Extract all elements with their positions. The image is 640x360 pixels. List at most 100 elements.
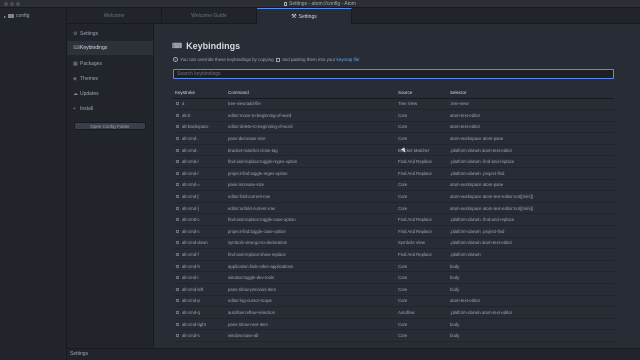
nav-item-updates[interactable]: ☁ Updates [67, 87, 153, 101]
selector-cell: atom-workspace atom-pane [448, 179, 614, 192]
source-cell: Find And Replace [396, 248, 448, 261]
source-cell: Core [396, 283, 448, 296]
source-cell: Core [396, 179, 448, 192]
page-title: ⌨ Keybindings [172, 41, 241, 51]
nav-item-packages[interactable]: ▦ Packages [67, 57, 153, 71]
command-cell: tree-view:add-file [226, 98, 396, 111]
tree-root-label: config [16, 13, 30, 19]
copy-icon[interactable] [176, 299, 179, 303]
copy-icon[interactable] [176, 183, 179, 187]
copy-icon[interactable] [176, 322, 179, 326]
table-row: alt-cmd-/project-find:toggle-regex-optio… [173, 167, 614, 180]
table-row: alt-cmd-. bracket-matcher:close-tag Bracke… [173, 144, 614, 157]
copy-icon[interactable] [176, 148, 179, 152]
table-row: alt-cmd-left pane:show-previous-item Core b… [173, 283, 614, 296]
copy-icon[interactable] [176, 137, 179, 141]
copy-icon[interactable] [176, 206, 179, 210]
copy-icon[interactable] [176, 241, 179, 245]
table-row: alt-cmd-c project-find:toggle-case-option… [173, 225, 614, 238]
window-title: Settings - atom://config - Atom [0, 1, 640, 7]
source-cell: Autoflow [396, 306, 448, 319]
copy-icon[interactable] [176, 276, 179, 280]
tab-welcome-guide[interactable]: Welcome Guide [162, 8, 257, 24]
status-bar-label: Settings [70, 351, 89, 357]
copy-icon[interactable] [176, 113, 179, 117]
column-header-keystroke[interactable]: Keystroke [173, 88, 226, 99]
copy-icon[interactable] [176, 171, 179, 175]
keystroke-cell: alt-cmd-] [173, 202, 226, 215]
copy-icon[interactable] [176, 195, 179, 199]
copy-icon[interactable] [176, 264, 179, 268]
copy-icon[interactable] [176, 102, 179, 106]
open-config-folder-button[interactable]: Open Config Folder [74, 122, 146, 130]
keystroke-cell: a [173, 98, 226, 111]
copy-icon[interactable] [176, 229, 179, 233]
copy-icon[interactable] [176, 287, 179, 291]
keybindings-table: Keystroke Command Source Selector a tree-… [173, 88, 614, 342]
source-cell: Symbols View [396, 237, 448, 250]
selector-cell: atom-workspace atom-pane [448, 132, 614, 145]
keystroke-cell: alt-cmd-right [173, 318, 226, 331]
status-bar: Settings [67, 348, 640, 360]
selector-cell: .platform-darwin .find-and-replace [448, 155, 614, 169]
nav-item-keybindings[interactable]: ⌨ Keybindings [67, 41, 153, 55]
selector-cell: .platform-darwin [448, 248, 614, 261]
keystroke-cell: alt-cmd-/ [173, 155, 226, 169]
source-cell: Core [396, 295, 448, 308]
command-cell: autoflow:reflow-selection [226, 306, 396, 319]
command-cell: window:save-all [226, 329, 396, 342]
nav-item-settings[interactable]: ⚙ Settings [67, 27, 153, 41]
tree-view: ▸ config [0, 8, 67, 360]
copy-icon[interactable] [176, 160, 179, 164]
selector-cell: .platform-darwin .find-and-replace [448, 213, 614, 227]
document-icon [284, 1, 287, 6]
selector-cell: body [448, 260, 614, 273]
tree-root-folder[interactable]: ▸ config [4, 13, 29, 19]
table-row: alt-cmd-f find-and-replace:show-replace Fi… [173, 248, 614, 261]
tab-bar: Welcome Welcome Guide ⚒ Settings [67, 8, 640, 24]
command-cell: application:hide-other-applications [226, 260, 396, 273]
package-icon: ▦ [73, 61, 78, 67]
source-cell: Core [396, 260, 448, 273]
command-cell: project-find:toggle-regex-option [226, 167, 396, 180]
keystroke-cell: alt-cmd-s [173, 329, 226, 342]
selector-cell: body [448, 271, 614, 284]
source-cell: Core [396, 329, 448, 342]
command-cell: pane:show-previous-item [226, 283, 396, 296]
nav-item-themes[interactable]: ◈ Themes [67, 72, 153, 86]
keystroke-cell: alt-cmd-[ [173, 190, 226, 203]
column-header-source[interactable]: Source [396, 88, 448, 99]
column-header-selector[interactable]: Selector [448, 88, 614, 99]
column-header-command[interactable]: Command [226, 88, 396, 99]
table-row: alt-cmd-right pane:show-next-item Core body [173, 318, 614, 331]
settings-icon: ⚙ [73, 31, 78, 37]
nav-item-install[interactable]: + Install [67, 102, 153, 116]
copy-icon[interactable] [176, 253, 179, 257]
copy-icon[interactable] [176, 334, 179, 338]
source-cell: Find And Replace [396, 225, 448, 238]
keystroke-cell: alt-cmd-f [173, 248, 226, 261]
command-cell: pane:show-next-item [226, 318, 396, 331]
copy-icon[interactable] [176, 125, 179, 129]
command-cell: pane:increase-size [226, 179, 396, 192]
copy-icon[interactable] [176, 310, 179, 314]
keystroke-cell: alt-backspace [173, 121, 226, 134]
search-keybindings-input[interactable] [173, 69, 614, 79]
command-cell: symbols-view:go-to-declaration [226, 237, 396, 250]
keystroke-cell: alt-cmd-left [173, 283, 226, 296]
copy-icon[interactable] [176, 218, 179, 222]
tab-welcome[interactable]: Welcome [67, 8, 162, 24]
selector-cell: .platform-darwin .project-find [448, 225, 614, 238]
selector-cell: body [448, 318, 614, 331]
command-cell: window:toggle-dev-tools [226, 271, 396, 284]
command-cell: editor:delete-to-beginning-of-word [226, 121, 396, 134]
command-cell: editor:move-to-beginning-of-word [226, 109, 396, 122]
table-row: alt-b editor:move-to-beginning-of-word Cor… [173, 109, 614, 122]
source-cell: Core [396, 121, 448, 134]
selector-cell: .platform-darwin .project-find [448, 167, 614, 180]
cloud-download-icon: ☁ [73, 91, 78, 97]
keystroke-cell: alt-cmd-p [173, 295, 226, 308]
keymap-file-link[interactable]: keymap file [337, 57, 360, 62]
selector-cell: .tree-view [448, 98, 614, 111]
tab-settings[interactable]: ⚒ Settings [257, 8, 352, 24]
